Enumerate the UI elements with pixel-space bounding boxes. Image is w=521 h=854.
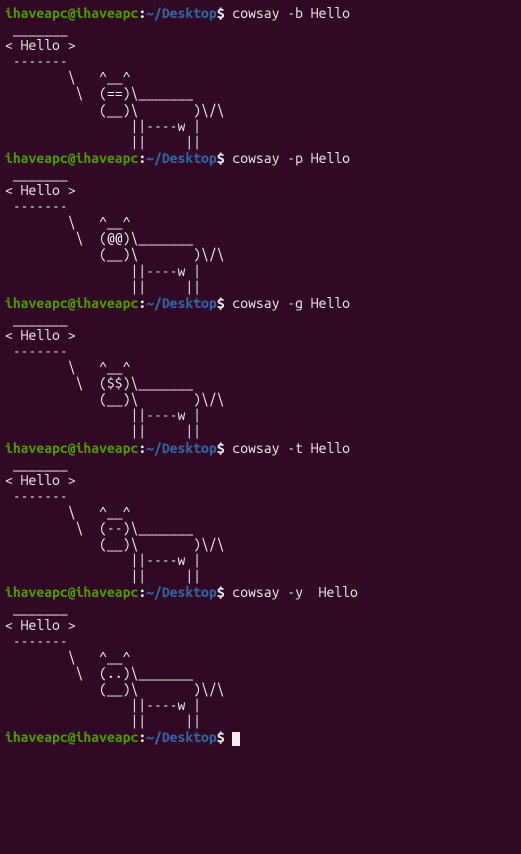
prompt-host: ihaveapc <box>76 729 139 745</box>
command-output: _______ < Hello > ------- \ ^__^ \ ($$)\… <box>5 311 516 440</box>
command-output: _______ < Hello > ------- \ ^__^ \ (--)\… <box>5 456 516 585</box>
prompt-at: @ <box>68 440 76 456</box>
prompt-host: ihaveapc <box>76 584 139 600</box>
command-line: ihaveapc@ihaveapc:~/Desktop$ cowsay -b H… <box>5 5 516 21</box>
prompt-path: ~/Desktop <box>146 5 217 21</box>
command-line: ihaveapc@ihaveapc:~/Desktop$ cowsay -p H… <box>5 150 516 166</box>
prompt-path: ~/Desktop <box>146 584 217 600</box>
shell-prompt: ihaveapc@ihaveapc:~/Desktop$ <box>5 295 225 311</box>
command-line: ihaveapc@ihaveapc:~/Desktop$ cowsay -g H… <box>5 295 516 311</box>
prompt-host: ihaveapc <box>76 150 139 166</box>
prompt-host: ihaveapc <box>76 295 139 311</box>
prompt-at: @ <box>68 729 76 745</box>
prompt-at: @ <box>68 5 76 21</box>
command-line: ihaveapc@ihaveapc:~/Desktop$ cowsay -y H… <box>5 584 516 600</box>
shell-prompt: ihaveapc@ihaveapc:~/Desktop$ <box>5 584 225 600</box>
command-line: ihaveapc@ihaveapc:~/Desktop$ cowsay -t H… <box>5 440 516 456</box>
prompt-user: ihaveapc <box>5 295 68 311</box>
shell-prompt: ihaveapc@ihaveapc:~/Desktop$ <box>5 5 225 21</box>
command-text: cowsay -p Hello <box>225 150 350 166</box>
command-text: cowsay -y Hello <box>225 584 358 600</box>
prompt-colon: : <box>138 584 146 600</box>
command-output: _______ < Hello > ------- \ ^__^ \ (==)\… <box>5 21 516 150</box>
prompt-colon: : <box>138 5 146 21</box>
command-line-active[interactable]: ihaveapc@ihaveapc:~/Desktop$ <box>5 729 516 745</box>
prompt-user: ihaveapc <box>5 150 68 166</box>
prompt-at: @ <box>68 584 76 600</box>
prompt-dollar: $ <box>217 295 225 311</box>
prompt-at: @ <box>68 295 76 311</box>
prompt-colon: : <box>138 440 146 456</box>
prompt-dollar: $ <box>217 150 225 166</box>
prompt-at: @ <box>68 150 76 166</box>
prompt-colon: : <box>138 295 146 311</box>
prompt-path: ~/Desktop <box>146 440 217 456</box>
command-input[interactable] <box>225 729 233 745</box>
prompt-user: ihaveapc <box>5 5 68 21</box>
shell-prompt: ihaveapc@ihaveapc:~/Desktop$ <box>5 150 225 166</box>
shell-prompt: ihaveapc@ihaveapc:~/Desktop$ <box>5 729 225 745</box>
prompt-colon: : <box>138 729 146 745</box>
command-output: _______ < Hello > ------- \ ^__^ \ (..)\… <box>5 600 516 729</box>
prompt-dollar: $ <box>217 5 225 21</box>
shell-prompt: ihaveapc@ihaveapc:~/Desktop$ <box>5 440 225 456</box>
command-text: cowsay -t Hello <box>225 440 350 456</box>
prompt-dollar: $ <box>217 584 225 600</box>
prompt-path: ~/Desktop <box>146 295 217 311</box>
cursor <box>232 732 240 746</box>
terminal-output[interactable]: ihaveapc@ihaveapc:~/Desktop$ cowsay -b H… <box>5 5 516 746</box>
command-output: _______ < Hello > ------- \ ^__^ \ (@@)\… <box>5 166 516 295</box>
command-text: cowsay -g Hello <box>225 295 350 311</box>
prompt-user: ihaveapc <box>5 584 68 600</box>
prompt-user: ihaveapc <box>5 729 68 745</box>
prompt-host: ihaveapc <box>76 440 139 456</box>
prompt-dollar: $ <box>217 729 225 745</box>
prompt-user: ihaveapc <box>5 440 68 456</box>
prompt-path: ~/Desktop <box>146 150 217 166</box>
prompt-colon: : <box>138 150 146 166</box>
prompt-host: ihaveapc <box>76 5 139 21</box>
prompt-dollar: $ <box>217 440 225 456</box>
prompt-path: ~/Desktop <box>146 729 217 745</box>
command-text: cowsay -b Hello <box>225 5 350 21</box>
